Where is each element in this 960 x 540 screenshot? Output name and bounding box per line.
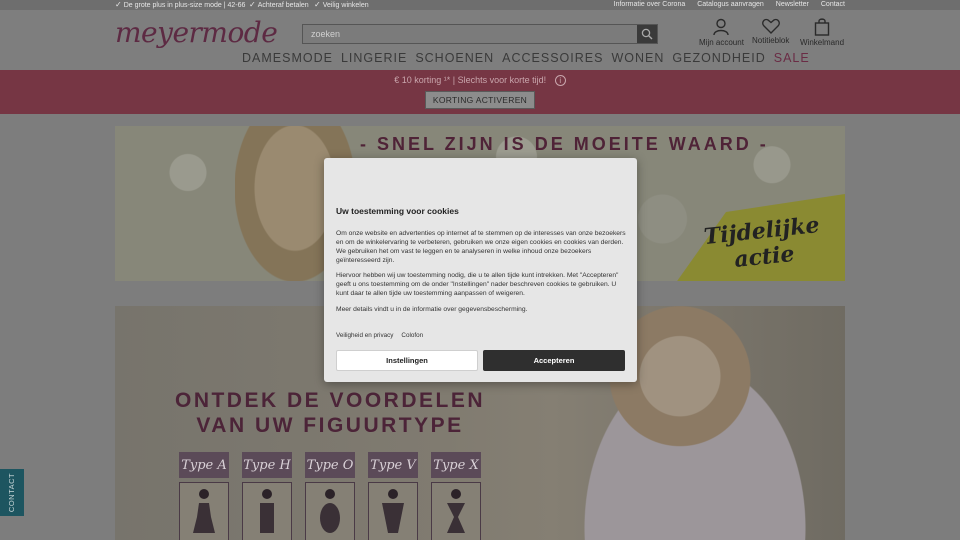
link-corona-info[interactable]: Informatie over Corona <box>614 1 686 8</box>
title-line: ONTDEK DE VOORDELEN <box>174 389 486 412</box>
figure-type-list: Type A Type H Type O Type V Type X <box>179 452 481 540</box>
contact-side-tab[interactable]: CONTACT <box>0 469 24 516</box>
site-logo[interactable]: meyermode <box>115 16 278 49</box>
activate-discount-button[interactable]: KORTING ACTIVEREN <box>425 91 535 109</box>
link-newsletter[interactable]: Newsletter <box>776 1 809 8</box>
check-icon: ✓ <box>249 0 256 9</box>
figure-silhouette-icon <box>179 482 229 540</box>
shopping-bag-icon <box>814 18 830 36</box>
cookie-consent-dialog: Uw toestemming voor cookies Om onze webs… <box>324 158 637 382</box>
search-button[interactable] <box>637 25 657 43</box>
usp-item: ✓ De grote plus in plus-size mode | 42-6… <box>115 1 245 9</box>
link-contact[interactable]: Contact <box>821 1 845 8</box>
figure-type-card[interactable]: Type X <box>431 452 481 540</box>
nav-item-lingerie[interactable]: LINGERIE <box>341 51 407 65</box>
cookie-paragraph: Meer details vindt u in de informatie ov… <box>336 306 528 313</box>
cookie-paragraph: Om onze website en advertenties op inter… <box>336 230 626 264</box>
usp-text: Achteraf betalen <box>257 1 309 9</box>
main-nav: DAMESMODE LINGERIE SCHOENEN ACCESSOIRES … <box>242 51 810 65</box>
nav-item-wonen[interactable]: WONEN <box>611 51 664 65</box>
promo-band: € 10 korting ¹* | Slechts voor korte tij… <box>0 70 960 114</box>
cookie-paragraph: Hiervoor hebben wij uw toestemming nodig… <box>336 272 619 297</box>
usp-item: ✓ Achteraf betalen <box>249 1 309 9</box>
usp-text: Veilig winkelen <box>322 1 369 9</box>
figure-type-card[interactable]: Type O <box>305 452 355 540</box>
nav-item-sale[interactable]: SALE <box>774 51 810 65</box>
link-catalog-request[interactable]: Catalogus aanvragen <box>697 1 764 8</box>
figure-type-label: Type A <box>179 452 229 478</box>
figure-type-card[interactable]: Type V <box>368 452 418 540</box>
figure-silhouette-icon <box>368 482 418 540</box>
user-icon <box>713 18 730 36</box>
cookie-links: Veiligheid en privacy Colofon <box>336 332 423 339</box>
cookie-dialog-title: Uw toestemming voor cookies <box>336 206 459 216</box>
heart-icon <box>761 18 780 34</box>
account-button[interactable]: Mijn account <box>699 18 744 47</box>
info-icon[interactable]: i <box>554 75 566 87</box>
check-icon: ✓ <box>115 0 122 9</box>
cart-label: Winkelmand <box>800 38 845 47</box>
usp-item: ✓ Veilig winkelen <box>314 1 369 9</box>
colofon-link[interactable]: Colofon <box>401 332 423 339</box>
figure-type-label: Type O <box>305 452 355 478</box>
figure-type-card[interactable]: Type H <box>242 452 292 540</box>
cart-button[interactable]: Winkelmand <box>800 18 844 47</box>
banner-title: ONTDEK DE VOORDELEN VAN UW FIGUURTYPE <box>155 388 505 438</box>
top-links: Informatie over Corona Catalogus aanvrag… <box>614 1 845 8</box>
cookie-settings-button[interactable]: Instellingen <box>336 350 478 371</box>
nav-item-damesmode[interactable]: DAMESMODE <box>242 51 333 65</box>
search-icon <box>641 28 653 40</box>
nav-item-schoenen[interactable]: SCHOENEN <box>415 51 494 65</box>
account-label: Mijn account <box>699 38 744 47</box>
nav-item-gezondheid[interactable]: GEZONDHEID <box>672 51 765 65</box>
figure-silhouette-icon <box>431 482 481 540</box>
figure-type-card[interactable]: Type A <box>179 452 229 540</box>
figure-silhouette-icon <box>242 482 292 540</box>
usp-text: De grote plus in plus-size mode | 42-66 <box>123 1 246 9</box>
title-line: VAN UW FIGUURTYPE <box>196 414 464 437</box>
nav-item-accessoires[interactable]: ACCESSOIRES <box>502 51 603 65</box>
privacy-link[interactable]: Veiligheid en privacy <box>336 332 393 339</box>
search-bar <box>302 24 658 44</box>
figure-type-label: Type H <box>242 452 292 478</box>
banner-title: - SNEL ZIJN IS DE MOEITE WAARD - <box>360 134 769 154</box>
figure-type-label: Type V <box>368 452 418 478</box>
check-icon: ✓ <box>314 0 321 9</box>
wishlist-label: Notitieblok <box>752 36 790 45</box>
promo-text: € 10 korting ¹* | Slechts voor korte tij… <box>394 75 547 85</box>
figure-type-label: Type X <box>431 452 481 478</box>
wishlist-button[interactable]: Notitieblok <box>752 18 789 45</box>
top-utility-bar: ✓ De grote plus in plus-size mode | 42-6… <box>0 0 960 10</box>
cookie-accept-button[interactable]: Accepteren <box>483 350 625 371</box>
promo-text-row: € 10 korting ¹* | Slechts voor korte tij… <box>0 75 960 87</box>
site-header: meyermode Mijn account Notitieblok Winke… <box>0 10 960 70</box>
search-input[interactable] <box>303 25 637 43</box>
figure-silhouette-icon <box>305 482 355 540</box>
contact-tab-label: CONTACT <box>7 472 17 513</box>
